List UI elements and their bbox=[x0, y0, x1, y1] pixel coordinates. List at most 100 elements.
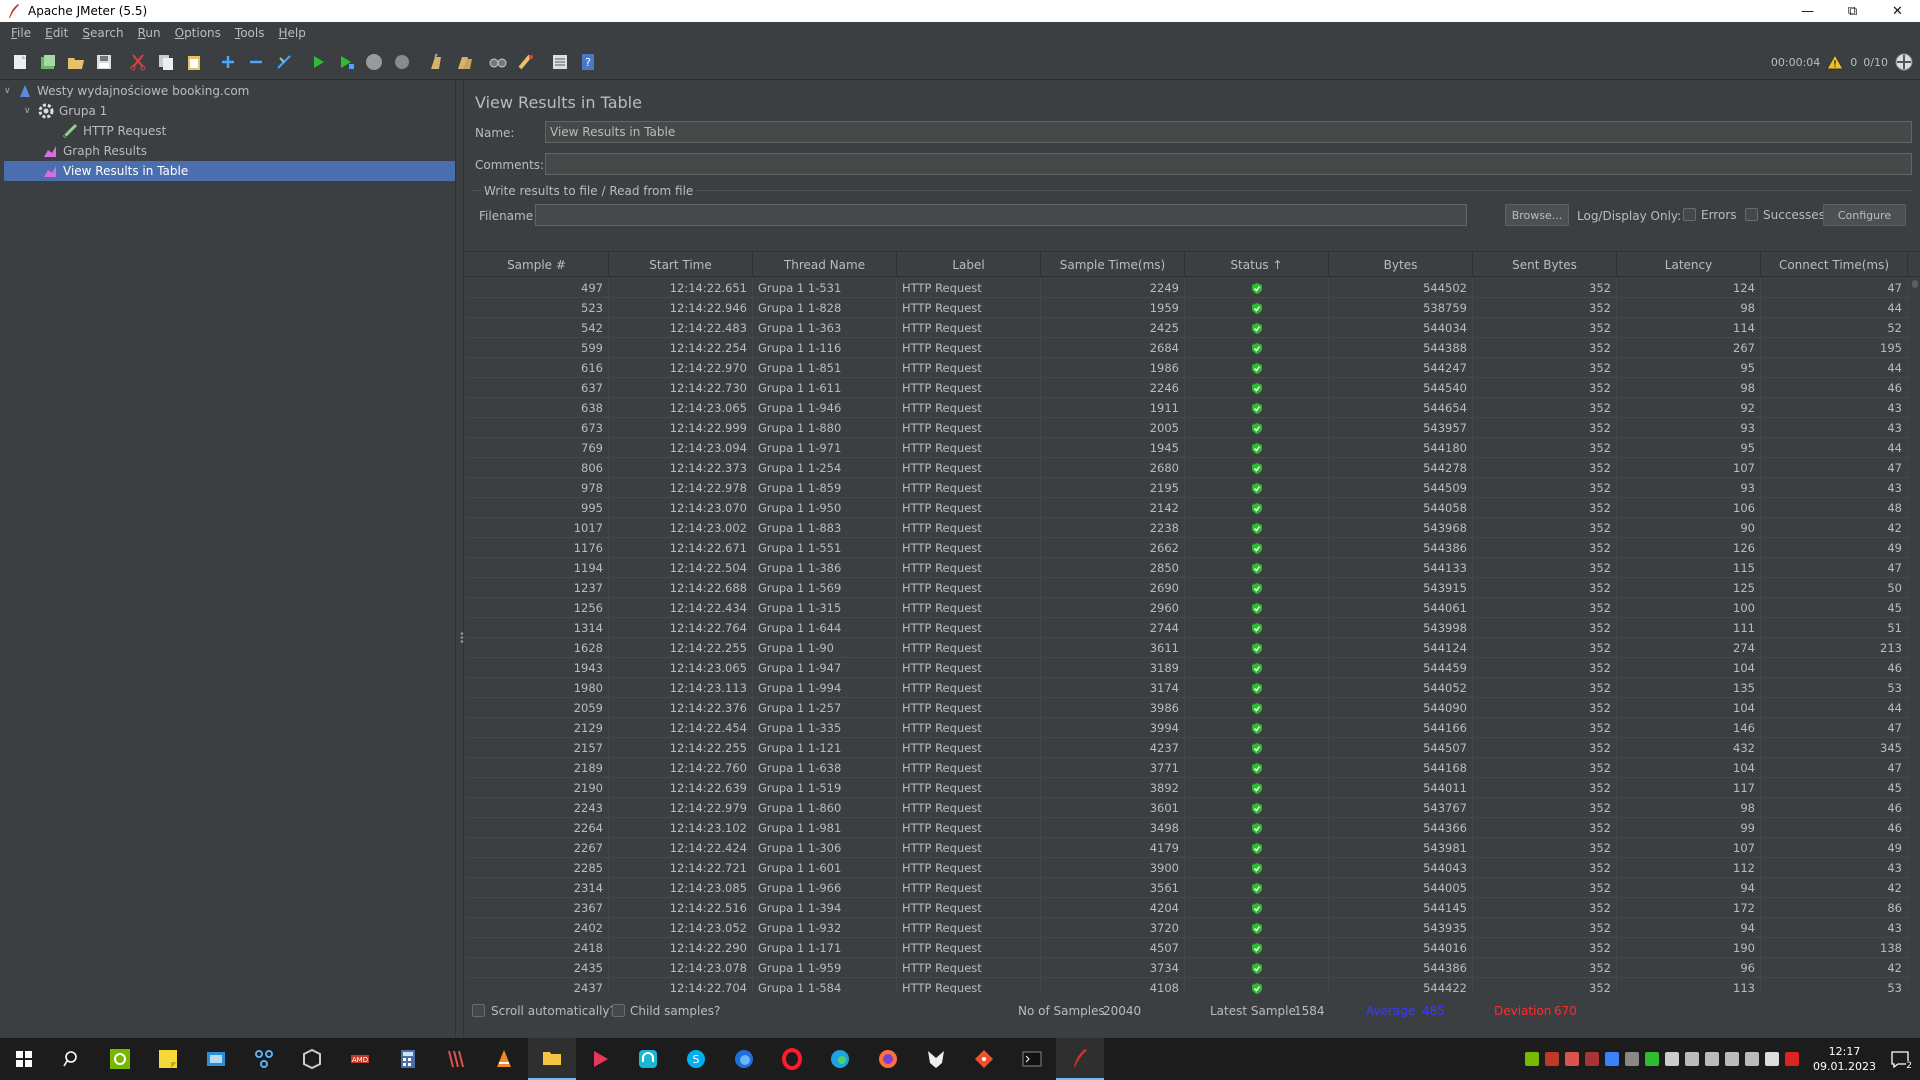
nvidia-icon[interactable] bbox=[96, 1038, 144, 1080]
configure-button[interactable]: Configure bbox=[1823, 204, 1906, 226]
stop-icon[interactable] bbox=[363, 51, 385, 73]
taskbar-clock[interactable]: 12:17 09.01.2023 bbox=[1813, 1044, 1876, 1074]
menu-help[interactable]: Help bbox=[272, 26, 313, 40]
cut-icon[interactable] bbox=[127, 51, 149, 73]
table-row[interactable]: 806 12:14:22.373 Grupa 1 1-254 HTTP Request… bbox=[465, 458, 1910, 478]
network-tray-icon[interactable] bbox=[1725, 1052, 1740, 1066]
column-header[interactable]: Connect Time(ms) bbox=[1761, 252, 1908, 278]
save-icon[interactable] bbox=[93, 51, 115, 73]
table-row[interactable]: 2367 12:14:22.516 Grupa 1 1-394 HTTP Reques… bbox=[465, 898, 1910, 918]
successes-checkbox[interactable] bbox=[1745, 208, 1758, 221]
table-row[interactable]: 497 12:14:22.651 Grupa 1 1-531 HTTP Request… bbox=[465, 278, 1910, 298]
chevron-down-icon[interactable]: ∨ bbox=[4, 86, 14, 96]
table-row[interactable]: 1943 12:14:23.065 Grupa 1 1-947 HTTP Reques… bbox=[465, 658, 1910, 678]
table-row[interactable]: 542 12:14:22.483 Grupa 1 1-363 HTTP Request… bbox=[465, 318, 1910, 338]
battery-icon[interactable] bbox=[1685, 1052, 1700, 1066]
expand-icon[interactable] bbox=[217, 51, 239, 73]
edge-icon[interactable] bbox=[816, 1038, 864, 1080]
table-row[interactable]: 673 12:14:22.999 Grupa 1 1-880 HTTP Request… bbox=[465, 418, 1910, 438]
table-row[interactable]: 2129 12:14:22.454 Grupa 1 1-335 HTTP Reques… bbox=[465, 718, 1910, 738]
app-tray-icon[interactable] bbox=[1585, 1052, 1600, 1066]
amd-icon[interactable]: AMD bbox=[336, 1038, 384, 1080]
table-row[interactable]: 2157 12:14:22.255 Grupa 1 1-121 HTTP Reques… bbox=[465, 738, 1910, 758]
bluetooth-icon[interactable] bbox=[1605, 1052, 1620, 1066]
table-row[interactable]: 2243 12:14:22.979 Grupa 1 1-860 HTTP Reques… bbox=[465, 798, 1910, 818]
table-row[interactable]: 2314 12:14:23.085 Grupa 1 1-966 HTTP Reques… bbox=[465, 878, 1910, 898]
table-row[interactable]: 1194 12:14:22.504 Grupa 1 1-386 HTTP Reques… bbox=[465, 558, 1910, 578]
column-header[interactable]: Start Time bbox=[609, 252, 753, 278]
chevron-down-icon[interactable]: ∨ bbox=[24, 106, 34, 116]
git-icon[interactable] bbox=[960, 1038, 1008, 1080]
minimize-button[interactable]: — bbox=[1785, 0, 1830, 22]
menu-options[interactable]: Options bbox=[168, 26, 228, 40]
winrar-icon[interactable] bbox=[432, 1038, 480, 1080]
column-header[interactable]: Sample # bbox=[465, 252, 609, 278]
amd-tray-icon[interactable] bbox=[1545, 1052, 1560, 1066]
tree-node-view-results-table[interactable]: View Results in Table bbox=[4, 161, 455, 181]
tree-node-thread-group[interactable]: ∨ Grupa 1 bbox=[24, 101, 454, 121]
paste-icon[interactable] bbox=[183, 51, 205, 73]
table-row[interactable]: 2435 12:14:23.078 Grupa 1 1-959 HTTP Reques… bbox=[465, 958, 1910, 978]
table-row[interactable]: 637 12:14:22.730 Grupa 1 1-611 HTTP Request… bbox=[465, 378, 1910, 398]
printer-icon[interactable] bbox=[1625, 1052, 1640, 1066]
table-row[interactable]: 2264 12:14:23.102 Grupa 1 1-981 HTTP Reques… bbox=[465, 818, 1910, 838]
table-row[interactable]: 1256 12:14:22.434 Grupa 1 1-315 HTTP Reques… bbox=[465, 598, 1910, 618]
table-row[interactable]: 2059 12:14:22.376 Grupa 1 1-257 HTTP Reques… bbox=[465, 698, 1910, 718]
webcam-icon[interactable] bbox=[1705, 1052, 1720, 1066]
menu-tools[interactable]: Tools bbox=[228, 26, 272, 40]
warning-icon[interactable]: ! bbox=[1826, 54, 1845, 70]
start-icon[interactable] bbox=[307, 51, 329, 73]
comments-input[interactable] bbox=[545, 153, 1912, 175]
split-pane-divider[interactable]: • • • bbox=[455, 81, 465, 1038]
errors-checkbox[interactable] bbox=[1683, 208, 1696, 221]
table-row[interactable]: 1176 12:14:22.671 Grupa 1 1-551 HTTP Reques… bbox=[465, 538, 1910, 558]
search-icon[interactable] bbox=[487, 51, 509, 73]
collapse-icon[interactable] bbox=[245, 51, 267, 73]
box-icon[interactable] bbox=[288, 1038, 336, 1080]
table-row[interactable]: 995 12:14:23.070 Grupa 1 1-950 HTTP Request… bbox=[465, 498, 1910, 518]
dropbox-icon[interactable] bbox=[1665, 1052, 1680, 1066]
table-row[interactable]: 1017 12:14:23.002 Grupa 1 1-883 HTTP Reques… bbox=[465, 518, 1910, 538]
windows-start-icon[interactable] bbox=[0, 1038, 48, 1080]
table-scrollbar[interactable] bbox=[1910, 278, 1920, 994]
column-header-status[interactable]: Status ↑ bbox=[1185, 252, 1329, 278]
headset-app-icon[interactable] bbox=[624, 1038, 672, 1080]
copy-icon[interactable] bbox=[155, 51, 177, 73]
menu-edit[interactable]: Edit bbox=[38, 26, 75, 40]
tree-node-http-request[interactable]: HTTP Request bbox=[62, 121, 454, 141]
shield-icon[interactable] bbox=[1765, 1052, 1780, 1066]
network-icon[interactable] bbox=[240, 1038, 288, 1080]
security-tray-icon[interactable] bbox=[1645, 1052, 1660, 1066]
column-header[interactable]: Sent Bytes bbox=[1473, 252, 1617, 278]
table-row[interactable]: 2190 12:14:22.639 Grupa 1 1-519 HTTP Reques… bbox=[465, 778, 1910, 798]
opera-icon[interactable] bbox=[768, 1038, 816, 1080]
jmeter-icon[interactable] bbox=[1056, 1038, 1104, 1080]
search-icon[interactable] bbox=[48, 1038, 96, 1080]
filename-input[interactable] bbox=[535, 204, 1467, 226]
terminal-icon[interactable] bbox=[1008, 1038, 1056, 1080]
table-row[interactable]: 769 12:14:23.094 Grupa 1 1-971 HTTP Request… bbox=[465, 438, 1910, 458]
start-no-pauses-icon[interactable] bbox=[335, 51, 357, 73]
skype-icon[interactable]: S bbox=[672, 1038, 720, 1080]
media-player-icon[interactable] bbox=[576, 1038, 624, 1080]
volume-icon[interactable] bbox=[1745, 1052, 1760, 1066]
table-row[interactable]: 1237 12:14:22.688 Grupa 1 1-569 HTTP Reques… bbox=[465, 578, 1910, 598]
menu-run[interactable]: Run bbox=[131, 26, 168, 40]
table-row[interactable]: 2267 12:14:22.424 Grupa 1 1-306 HTTP Reques… bbox=[465, 838, 1910, 858]
child-samples-checkbox[interactable] bbox=[612, 1004, 625, 1017]
fox-icon[interactable] bbox=[912, 1038, 960, 1080]
table-row[interactable]: 2418 12:14:22.290 Grupa 1 1-171 HTTP Reques… bbox=[465, 938, 1910, 958]
tree-node-graph-results[interactable]: Graph Results bbox=[42, 141, 454, 161]
bitdefender-icon[interactable] bbox=[1785, 1052, 1800, 1066]
restore-button[interactable]: ⧉ bbox=[1830, 0, 1875, 22]
clear-icon[interactable] bbox=[425, 51, 447, 73]
new-icon[interactable] bbox=[9, 51, 31, 73]
reset-search-icon[interactable] bbox=[515, 51, 537, 73]
menu-file[interactable]: File bbox=[4, 26, 38, 40]
table-row[interactable]: 599 12:14:22.254 Grupa 1 1-116 HTTP Request… bbox=[465, 338, 1910, 358]
remote-engines-icon[interactable] bbox=[1894, 52, 1914, 72]
clear-all-icon[interactable] bbox=[453, 51, 475, 73]
table-row[interactable]: 2437 12:14:22.704 Grupa 1 1-584 HTTP Reques… bbox=[465, 978, 1910, 994]
table-row[interactable]: 2402 12:14:23.052 Grupa 1 1-932 HTTP Reques… bbox=[465, 918, 1910, 938]
column-header[interactable]: Bytes bbox=[1329, 252, 1473, 278]
